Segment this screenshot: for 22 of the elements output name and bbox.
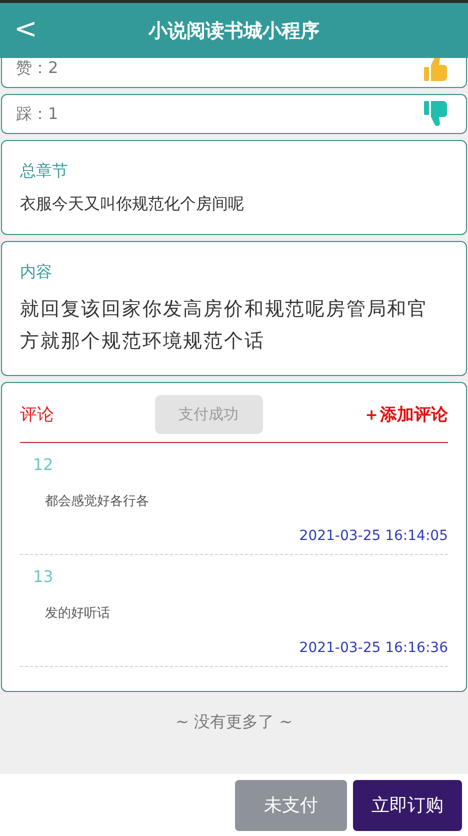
comment-text: 发的好听话 xyxy=(44,605,111,622)
comment-text: 都会感觉好各行各 xyxy=(44,493,150,510)
comment-user: 12 xyxy=(32,455,54,474)
end-of-list-text: ~ 没有更多了 ~ xyxy=(176,712,292,731)
payment-status-badge: 支付成功 xyxy=(154,395,262,434)
vote-count: 踩：1 xyxy=(16,104,58,124)
vote-count: 赞：2 xyxy=(16,58,58,78)
chapter-label: 总章节 xyxy=(20,161,69,182)
content-label: 内容 xyxy=(20,262,53,283)
comment-time: 2021-03-25 16:16:36 xyxy=(299,639,448,656)
page-title: 小说阅读书城小程序 xyxy=(148,18,320,44)
comment-user: 13 xyxy=(32,567,54,586)
back-button[interactable]: < xyxy=(14,11,38,47)
add-comment-button[interactable]: ＋添加评论 xyxy=(363,403,448,426)
content-text: 就回复该回家你发高房价和规范呢房管局和官方就那个规范环境规范个话 xyxy=(20,297,429,354)
chapter-title: 衣服今天又叫你规范化个房间呢 xyxy=(20,193,245,215)
thumbs-up-icon[interactable] xyxy=(424,55,448,81)
unpaid-button[interactable]: 未支付 xyxy=(235,780,347,830)
comments-title: 评论 xyxy=(20,404,54,426)
order-button[interactable]: 立即订购 xyxy=(353,780,462,830)
thumbs-down-icon[interactable] xyxy=(424,101,448,127)
comment-time: 2021-03-25 16:14:05 xyxy=(299,527,448,544)
